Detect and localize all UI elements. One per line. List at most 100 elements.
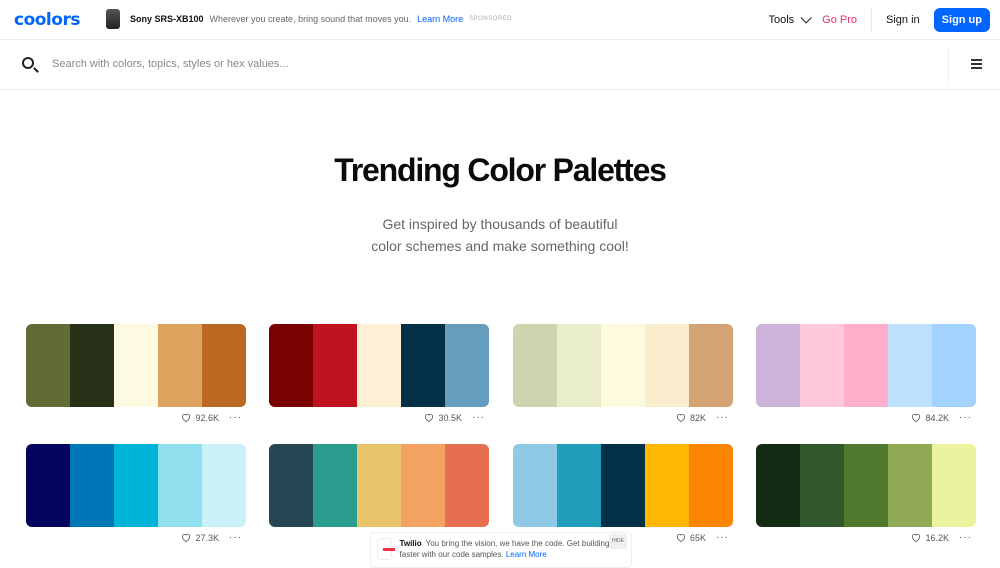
- color-swatch[interactable]: [557, 324, 601, 407]
- search-icon: [22, 57, 34, 69]
- heart-icon[interactable]: [676, 413, 686, 422]
- color-swatch[interactable]: [269, 444, 313, 527]
- color-swatch[interactable]: [756, 444, 800, 527]
- page-subtitle: Get inspired by thousands of beautiful c…: [0, 213, 1000, 257]
- palette-swatches[interactable]: [513, 324, 733, 407]
- color-swatch[interactable]: [26, 324, 70, 407]
- color-swatch[interactable]: [601, 324, 645, 407]
- top-navigation-bar: coolors Sony SRS-XB100 Wherever you crea…: [0, 0, 1000, 40]
- color-swatch[interactable]: [269, 324, 313, 407]
- palette-swatches[interactable]: [269, 324, 489, 407]
- palette-card[interactable]: 30.5K ···: [269, 324, 489, 423]
- color-swatch[interactable]: [932, 324, 976, 407]
- color-swatch[interactable]: [114, 324, 158, 407]
- palette-card[interactable]: 84.2K ···: [756, 324, 976, 423]
- heart-icon[interactable]: [911, 533, 921, 542]
- header-ad: Sony SRS-XB100 Wherever you create, brin…: [106, 9, 512, 29]
- color-swatch[interactable]: [445, 444, 489, 527]
- color-swatch[interactable]: [645, 444, 689, 527]
- palette-swatches[interactable]: [269, 444, 489, 527]
- tools-menu[interactable]: Tools: [768, 12, 812, 26]
- color-swatch[interactable]: [313, 444, 357, 527]
- subtitle-line-2: color schemes and make something cool!: [371, 238, 629, 254]
- color-swatch[interactable]: [401, 324, 445, 407]
- speaker-product-image: [106, 9, 120, 29]
- sign-in-link[interactable]: Sign in: [886, 14, 920, 26]
- ad-learn-more-link[interactable]: Learn More: [417, 14, 463, 24]
- palette-card[interactable]: 16.2K ···: [756, 444, 976, 543]
- likes-count: 30.5K: [438, 412, 462, 423]
- likes-count: 92.6K: [195, 412, 219, 423]
- sign-up-button[interactable]: Sign up: [933, 8, 990, 32]
- color-swatch[interactable]: [888, 444, 932, 527]
- color-swatch[interactable]: [844, 324, 888, 407]
- sponsored-label: SPONSORED: [469, 16, 513, 22]
- color-swatch[interactable]: [800, 444, 844, 527]
- palette-card[interactable]: 65K ···: [513, 444, 733, 543]
- ad-text: Wherever you create, bring sound that mo…: [209, 14, 412, 24]
- color-swatch[interactable]: [756, 324, 800, 407]
- color-swatch[interactable]: [689, 444, 733, 527]
- color-swatch[interactable]: [70, 324, 114, 407]
- palette-meta: 30.5K ···: [424, 412, 485, 423]
- color-swatch[interactable]: [513, 444, 557, 527]
- color-swatch[interactable]: [158, 324, 202, 407]
- palette-swatches[interactable]: [26, 444, 246, 527]
- likes-count: 16.2K: [925, 532, 949, 543]
- color-swatch[interactable]: [932, 444, 976, 527]
- heart-icon[interactable]: [911, 413, 921, 422]
- bottom-ad-brand: Twilio: [399, 539, 422, 548]
- more-options-icon[interactable]: ···: [959, 412, 972, 423]
- heart-icon[interactable]: [181, 413, 191, 422]
- more-options-icon[interactable]: ···: [959, 532, 972, 543]
- palette-swatches[interactable]: [513, 444, 733, 527]
- color-swatch[interactable]: [401, 444, 445, 527]
- more-options-icon[interactable]: ···: [472, 412, 485, 423]
- color-swatch[interactable]: [357, 324, 401, 407]
- search-input[interactable]: [52, 54, 752, 74]
- color-swatch[interactable]: [557, 444, 601, 527]
- hamburger-menu-icon[interactable]: [971, 59, 982, 69]
- heart-icon[interactable]: [676, 533, 686, 542]
- coolors-logo[interactable]: coolors: [14, 10, 80, 30]
- color-swatch[interactable]: [645, 324, 689, 407]
- color-swatch[interactable]: [844, 444, 888, 527]
- color-swatch[interactable]: [513, 324, 557, 407]
- color-swatch[interactable]: [357, 444, 401, 527]
- palette-card[interactable]: 82K ···: [513, 324, 733, 423]
- bottom-ad-content: Twilio You bring the vision, we have the …: [400, 538, 625, 560]
- more-options-icon[interactable]: ···: [716, 412, 729, 423]
- go-pro-link[interactable]: Go Pro: [822, 14, 857, 26]
- twilio-logo: [377, 538, 395, 560]
- heart-icon[interactable]: [424, 413, 434, 422]
- color-swatch[interactable]: [800, 324, 844, 407]
- color-swatch[interactable]: [202, 444, 246, 527]
- palette-meta: 65K ···: [676, 532, 729, 543]
- palette-card[interactable]: 27.3K ···: [26, 444, 246, 543]
- color-swatch[interactable]: [114, 444, 158, 527]
- palette-card[interactable]: 92.6K ···: [26, 324, 246, 423]
- color-swatch[interactable]: [202, 324, 246, 407]
- color-swatch[interactable]: [158, 444, 202, 527]
- more-options-icon[interactable]: ···: [229, 412, 242, 423]
- palette-meta: 27.3K ···: [181, 532, 242, 543]
- color-swatch[interactable]: [70, 444, 114, 527]
- palette-swatches[interactable]: [756, 324, 976, 407]
- color-swatch[interactable]: [888, 324, 932, 407]
- more-options-icon[interactable]: ···: [229, 532, 242, 543]
- color-swatch[interactable]: [445, 324, 489, 407]
- color-swatch[interactable]: [601, 444, 645, 527]
- hide-ad-button[interactable]: HIDE: [609, 534, 627, 549]
- bottom-ad-learn-more-link[interactable]: Learn More: [506, 550, 547, 559]
- more-options-icon[interactable]: ···: [716, 532, 729, 543]
- color-swatch[interactable]: [313, 324, 357, 407]
- color-swatch[interactable]: [26, 444, 70, 527]
- likes-count: 65K: [689, 532, 706, 543]
- color-swatch[interactable]: [689, 324, 733, 407]
- palette-swatches[interactable]: [26, 324, 246, 407]
- heart-icon[interactable]: [181, 533, 191, 542]
- tools-label: Tools: [768, 14, 795, 26]
- palette-swatches[interactable]: [756, 444, 976, 527]
- palette-card[interactable]: [269, 444, 489, 527]
- palette-meta: 92.6K ···: [181, 412, 242, 423]
